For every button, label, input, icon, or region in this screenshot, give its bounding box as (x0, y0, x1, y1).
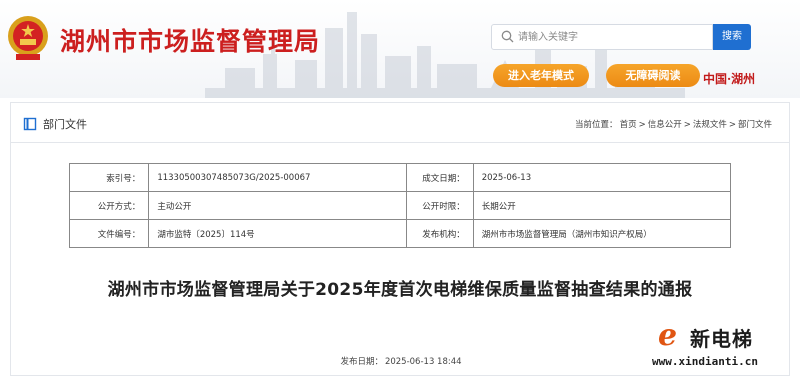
meta-key: 发布机构： (405, 219, 474, 248)
publish-date-value: 2025-06-13 18:44 (384, 357, 462, 367)
table-row: 文件编号： 湖市监特〔2025〕114号 发布机构： 湖州市市场监督管理局（湖州… (68, 219, 732, 248)
breadcrumb-dept-docs[interactable]: 部门文件 (738, 120, 772, 130)
meta-key: 索引号： (68, 163, 150, 192)
breadcrumb-separator: > (683, 120, 691, 130)
watermark-url: www.xindianti.cn (652, 355, 758, 368)
china-huzhou-logo: 中国·湖州 (703, 72, 756, 86)
search-input[interactable] (518, 28, 708, 46)
breadcrumb-regulations[interactable]: 法规文件 (693, 120, 727, 130)
breadcrumb: 当前位置： 首页 > 信息公开 > 法规文件 > 部门文件 (574, 118, 773, 130)
watermark-mark-icon: e (658, 318, 678, 353)
document-icon (23, 117, 37, 131)
accessible-reading-button[interactable]: 无障碍阅读 (606, 64, 700, 87)
breadcrumb-separator: > (638, 120, 646, 130)
publish-date-label: 发布日期： (340, 357, 383, 367)
site-header: 湖州市市场监督管理局 搜索 进入老年模式 无障碍阅读 中国·湖州 (0, 0, 800, 98)
section-title: 部门文件 (43, 118, 87, 131)
document-meta-table: 索引号： 11330500307485073G/2025-00067 成文日期：… (68, 163, 732, 248)
breadcrumb-info[interactable]: 信息公开 (648, 120, 682, 130)
search-icon (501, 30, 514, 43)
meta-value: 长期公开 (472, 191, 732, 220)
search-button[interactable]: 搜索 (713, 24, 751, 50)
site-title[interactable]: 湖州市市场监督管理局 (60, 22, 320, 58)
national-emblem-logo (8, 16, 48, 60)
meta-value: 11330500307485073G/2025-00067 (148, 163, 407, 192)
table-row: 公开方式： 主动公开 公开时限： 长期公开 (68, 191, 732, 220)
meta-value: 主动公开 (148, 191, 407, 220)
meta-key: 公开时限： (405, 191, 474, 220)
breadcrumb-separator: > (728, 120, 736, 130)
section-bar: 部门文件 当前位置： 首页 > 信息公开 > 法规文件 > 部门文件 (11, 103, 789, 143)
elder-mode-button[interactable]: 进入老年模式 (493, 64, 589, 87)
meta-key: 成文日期： (405, 163, 474, 192)
document-title: 湖州市市场监督管理局关于2025年度首次电梯维保质量监督抽查结果的通报 (11, 273, 789, 307)
document-title-text: 湖州市市场监督管理局关于2025年度首次电梯维保质量监督抽查结果的通报 (107, 280, 693, 300)
breadcrumb-home[interactable]: 首页 (620, 120, 637, 130)
meta-value: 2025-06-13 (472, 163, 732, 192)
watermark-logo: e 新电梯 www.xindianti.cn (652, 318, 800, 376)
breadcrumb-label: 当前位置： (575, 120, 618, 130)
meta-key: 文件编号： (68, 219, 150, 248)
search-box (491, 24, 713, 50)
meta-value: 湖州市市场监督管理局（湖州市知识产权局） (472, 219, 732, 248)
meta-key: 公开方式： (68, 191, 150, 220)
table-row: 索引号： 11330500307485073G/2025-00067 成文日期：… (68, 163, 732, 192)
watermark-name: 新电梯 (690, 327, 753, 351)
meta-value: 湖市监特〔2025〕114号 (148, 219, 407, 248)
